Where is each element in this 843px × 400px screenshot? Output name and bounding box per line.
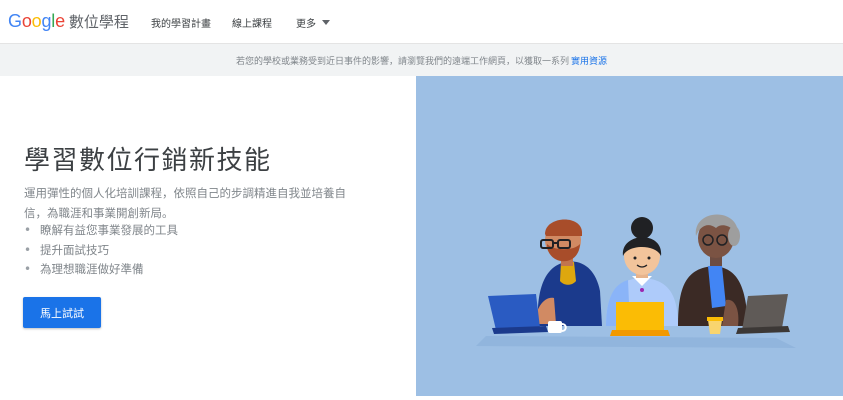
bullet-icon: • — [24, 242, 32, 257]
list-item: • 瞭解有益您事業發展的工具 — [24, 221, 178, 241]
page-bottom-edge — [0, 396, 843, 400]
nav-more-dropdown[interactable]: 更多 — [296, 0, 330, 44]
hero-content: 學習數位行銷新技能 運用彈性的個人化培訓課程，依照自己的步調精進自我並培養自信，… — [0, 76, 416, 396]
google-wordmark: Google — [8, 11, 65, 32]
banner-resources-link[interactable]: 實用資源 — [571, 54, 607, 67]
nav-my-learning-plan[interactable]: 我的學習計畫 — [151, 0, 211, 44]
older-woman-figure — [678, 214, 790, 334]
notice-banner: 若您的學校或業務受到近日事件的影響，請瀏覽我們的遠端工作網頁，以獲取一系列 實用… — [0, 44, 843, 76]
bullet-text: 瞭解有益您事業發展的工具 — [40, 223, 178, 237]
product-name: 數位學程 — [68, 13, 129, 31]
bullet-text: 為理想職涯做好準備 — [40, 262, 144, 276]
bullet-icon: • — [24, 223, 32, 237]
bullet-text: 提升面試技巧 — [40, 242, 109, 257]
nav-label: 更多 — [296, 18, 316, 30]
google-digital-garage-logo[interactable]: Google 數位學程 — [8, 11, 129, 33]
logo-letter-e: e — [55, 11, 65, 31]
banner-text: 若您的學校或業務受到近日事件的影響，請瀏覽我們的遠端工作網頁，以獲取一系列 — [235, 56, 569, 67]
nav-online-courses[interactable]: 線上課程 — [232, 0, 272, 44]
try-now-button[interactable]: 馬上試試 — [23, 297, 101, 328]
bearded-man-figure — [488, 219, 602, 334]
top-header: Google 數位學程 我的學習計畫 線上課程 更多 — [0, 0, 843, 44]
hero-title: 學習數位行銷新技能 — [24, 146, 272, 176]
logo-letter-g: G — [8, 11, 22, 31]
nav-label: 我的學習計畫 — [151, 18, 211, 30]
logo-letter-g2: g — [41, 11, 52, 31]
logo-letter-o2: o — [31, 11, 42, 31]
bullet-icon: • — [24, 262, 32, 276]
three-learners-illustration — [476, 214, 796, 348]
benefit-list: • 瞭解有益您事業發展的工具 • 提升面試技巧 • 為理想職涯做好準備 — [24, 221, 178, 280]
hero-illustration — [416, 76, 843, 396]
caret-down-icon — [322, 20, 330, 25]
list-item: • 提升面試技巧 — [24, 241, 178, 261]
hero-description: 運用彈性的個人化培訓課程，依照自己的步調精進自我並培養自信，為職涯和事業開創新局… — [24, 186, 346, 220]
woman-figure — [606, 217, 678, 336]
logo-letter-o1: o — [21, 11, 32, 31]
list-item: • 為理想職涯做好準備 — [24, 260, 178, 280]
nav-label: 線上課程 — [232, 18, 272, 30]
